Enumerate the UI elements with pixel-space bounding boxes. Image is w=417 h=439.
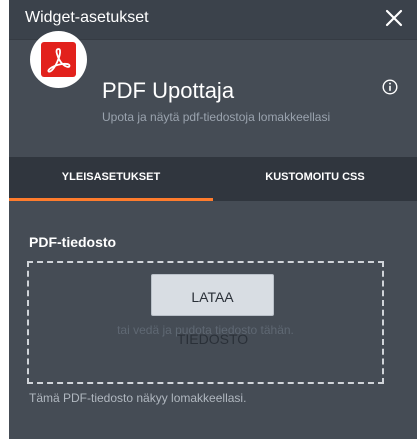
info-icon[interactable] — [382, 79, 398, 95]
widget-logo — [30, 31, 87, 88]
widget-settings-panel: Widget-asetukset PDF Upottaja Upota ja n… — [9, 0, 417, 439]
tab-general-settings[interactable]: YLEISASETUKSET — [9, 157, 213, 201]
widget-name: PDF Upottaja — [102, 78, 235, 103]
general-settings-content: PDF-tiedosto LATAA TIEDOSTO tai vedä ja … — [9, 201, 417, 439]
drop-hint-text: tai vedä ja pudota tiedosto tähän. — [117, 323, 294, 337]
tab-general-settings-label: YLEISASETUKSET — [61, 171, 161, 183]
tab-custom-css[interactable]: KUSTOMOITU CSS — [213, 157, 417, 201]
upload-file-button[interactable]: LATAA TIEDOSTO — [151, 274, 274, 347]
help-text: Tämä PDF-tiedosto näkyy lomakkeellasi. — [29, 391, 247, 405]
file-dropzone[interactable]: LATAA TIEDOSTO tai vedä ja pudota tiedos… — [27, 261, 384, 384]
pdf-file-label: PDF-tiedosto — [29, 234, 117, 250]
adobe-acrobat-pdf-icon — [41, 42, 76, 77]
close-icon[interactable] — [385, 9, 403, 27]
tab-custom-css-label: KUSTOMOITU CSS — [265, 171, 365, 183]
dialog-title: Widget-asetukset — [25, 9, 149, 26]
widget-description: Upota ja näytä pdf-tiedostoja lomakkeell… — [102, 110, 331, 124]
settings-tabs: YLEISASETUKSET KUSTOMOITU CSS — [9, 157, 417, 201]
